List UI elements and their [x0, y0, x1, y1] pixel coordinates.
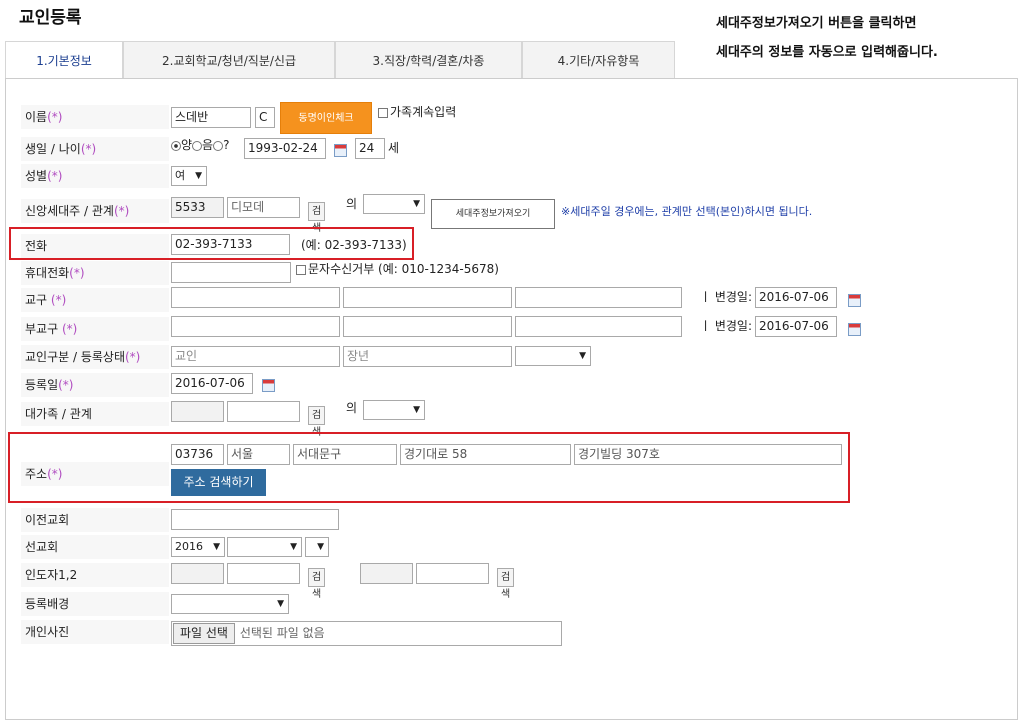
sub-district-input-2[interactable]: [343, 316, 512, 337]
lunar-radio-group[interactable]: 양 음?: [171, 135, 229, 155]
guide2-name-input[interactable]: [416, 563, 489, 584]
sub-district-label: 부교구 (*): [21, 317, 169, 341]
sub-district-input-1[interactable]: [171, 316, 340, 337]
member-extra-select[interactable]: ▼: [515, 346, 591, 366]
calendar-icon[interactable]: [334, 144, 347, 157]
sub-district-change-label: ㅣ 변경일:: [700, 319, 753, 333]
chevron-down-icon: ▼: [213, 542, 220, 552]
guide1-search-button[interactable]: 검색: [308, 568, 326, 600]
name-input[interactable]: 스데반: [171, 107, 251, 128]
tab-basic-info[interactable]: 1.기본정보: [5, 41, 123, 79]
head-of-text: 의: [346, 197, 358, 211]
prev-church-label: 이전교회: [21, 508, 169, 532]
age-unit: 세: [388, 141, 400, 155]
file-select-button[interactable]: 파일 선택: [173, 623, 235, 644]
reg-background-select[interactable]: ▼: [171, 594, 289, 614]
head-id-input[interactable]: 5533: [171, 197, 224, 218]
member-type-input[interactable]: 교인: [171, 346, 340, 367]
birth-label: 생일 / 나이(*): [21, 137, 169, 161]
family-head-search-button[interactable]: 검색: [308, 406, 326, 438]
family-continue-checkbox[interactable]: 가족계속입력: [378, 102, 456, 122]
family-head-id-input[interactable]: [171, 401, 224, 422]
age-input[interactable]: 24: [355, 138, 385, 159]
chevron-down-icon: ▼: [277, 599, 284, 609]
head-note: ※세대주일 경우에는, 관계만 선택(본인)하시면 됩니다.: [561, 205, 813, 218]
family-head-name-input[interactable]: [227, 401, 300, 422]
chevron-down-icon: ▼: [317, 542, 324, 552]
chevron-down-icon: ▼: [413, 199, 420, 209]
head-relation-select[interactable]: ▼: [363, 194, 425, 214]
help-text-line-1: 세대주정보가져오기 버튼을 클릭하면: [716, 16, 917, 31]
tab-church-school[interactable]: 2.교회학교/청년/직분/신급: [123, 41, 335, 79]
guide1-name-input[interactable]: [227, 563, 300, 584]
tab-job-education[interactable]: 3.직장/학력/결혼/차종: [335, 41, 522, 79]
radio-unknown[interactable]: [213, 140, 224, 151]
radio-solar[interactable]: [171, 140, 181, 151]
calendar-icon[interactable]: [848, 294, 861, 307]
file-status: 선택된 파일 없음: [239, 626, 325, 640]
guide2-search-button[interactable]: 검색: [497, 568, 515, 600]
chevron-down-icon: ▼: [579, 351, 586, 361]
birth-date-input[interactable]: 1993-02-24: [244, 138, 326, 159]
fetch-head-info-button[interactable]: 세대주정보가져오기: [431, 199, 555, 229]
mobile-input[interactable]: [171, 262, 291, 283]
sub-district-change-date[interactable]: 2016-07-06: [755, 316, 837, 337]
chevron-down-icon: ▼: [413, 405, 420, 415]
chevron-down-icon: ▼: [290, 542, 297, 552]
sms-refuse-checkbox[interactable]: 문자수신거부 (예: 010-1234-5678): [296, 259, 499, 279]
radio-lunar[interactable]: [192, 140, 203, 151]
calendar-icon[interactable]: [848, 323, 861, 336]
duplicate-check-button[interactable]: 동명이인체크: [280, 102, 372, 134]
tab-etc[interactable]: 4.기타/자유항목: [522, 41, 675, 79]
member-type-label: 교인구분 / 등록상태(*): [21, 345, 169, 369]
checkbox-icon: [378, 107, 388, 118]
gender-select[interactable]: 여 ▼: [171, 166, 207, 186]
address-highlight-box: [8, 432, 850, 503]
prev-church-input[interactable]: [171, 509, 339, 530]
head-name-input[interactable]: 디모데: [227, 197, 300, 218]
district-input-1[interactable]: [171, 287, 340, 308]
missionary-label: 선교회: [21, 535, 169, 559]
reg-background-label: 등록배경: [21, 592, 169, 616]
missionary-select-2[interactable]: ▼: [227, 537, 302, 557]
form-panel: 이름(*) 스데반 C 동명이인체크 가족계속입력 생일 / 나이(*) 양 음?…: [5, 78, 1018, 720]
name-label: 이름(*): [21, 105, 169, 129]
calendar-icon[interactable]: [262, 379, 275, 392]
head-search-button[interactable]: 검색: [308, 202, 326, 234]
checkbox-icon: [296, 264, 306, 275]
photo-label: 개인사진: [21, 620, 169, 644]
head-label: 신앙세대주 / 관계(*): [21, 199, 169, 223]
photo-file-input[interactable]: 파일 선택 선택된 파일 없음: [171, 621, 562, 646]
chevron-down-icon: ▼: [195, 171, 202, 181]
reg-date-label: 등록일(*): [21, 373, 169, 397]
district-input-2[interactable]: [343, 287, 512, 308]
missionary-select-3[interactable]: ▼: [305, 537, 329, 557]
family-head-of-text: 의: [346, 401, 358, 415]
guide2-id-input[interactable]: [360, 563, 413, 584]
district-change-label: ㅣ 변경일:: [700, 290, 753, 304]
family-head-relation-select[interactable]: ▼: [363, 400, 425, 420]
page-title: 교인등록: [19, 8, 82, 28]
district-label: 교구 (*): [21, 288, 169, 312]
guide-label: 인도자1,2: [21, 563, 169, 587]
reg-date-input[interactable]: 2016-07-06: [171, 373, 253, 394]
family-head-label: 대가족 / 관계: [21, 402, 169, 426]
mobile-label: 휴대전화(*): [21, 261, 169, 285]
district-input-3[interactable]: [515, 287, 682, 308]
sub-district-input-3[interactable]: [515, 316, 682, 337]
member-status-input[interactable]: 장년: [343, 346, 512, 367]
help-text-line-2: 세대주의 정보를 자동으로 입력해줍니다.: [716, 45, 938, 60]
gender-label: 성별(*): [21, 164, 169, 188]
name-suffix-input[interactable]: C: [255, 107, 275, 128]
district-change-date[interactable]: 2016-07-06: [755, 287, 837, 308]
guide1-id-input[interactable]: [171, 563, 224, 584]
phone-highlight-box: [9, 227, 414, 260]
missionary-year-select[interactable]: 2016 ▼: [171, 537, 225, 557]
